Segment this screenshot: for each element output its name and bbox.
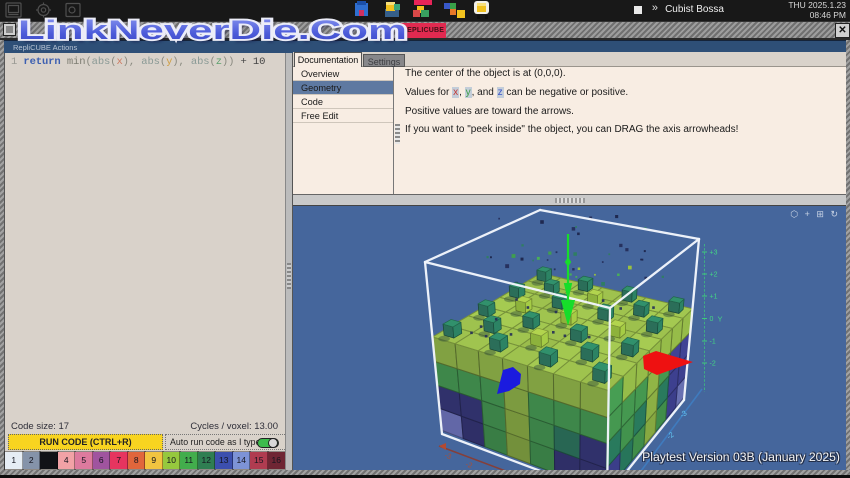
svg-text:-1: -1 bbox=[710, 339, 716, 346]
svg-text:+2: +2 bbox=[710, 272, 718, 279]
svg-text:-2: -2 bbox=[710, 361, 716, 368]
svg-text:0: 0 bbox=[710, 316, 714, 323]
svg-text:+1: +1 bbox=[710, 294, 718, 301]
svg-text:Y: Y bbox=[718, 315, 723, 324]
svg-text:+3: +3 bbox=[710, 250, 718, 257]
